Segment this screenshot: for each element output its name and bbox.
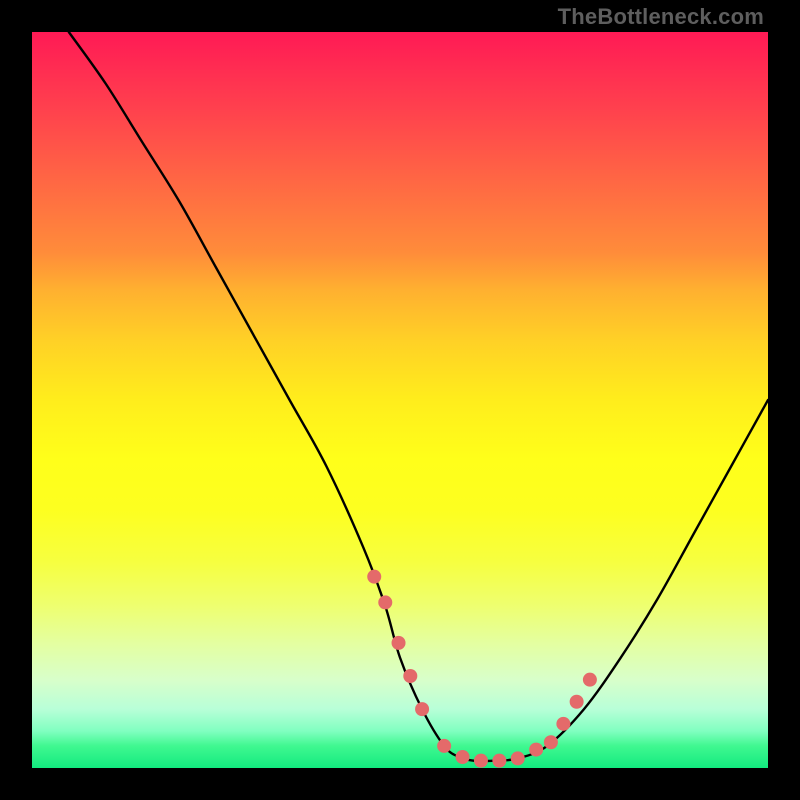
bottleneck-curve: [69, 32, 768, 761]
chart-svg: [32, 32, 768, 768]
highlight-dot: [556, 717, 570, 731]
highlight-dot: [367, 570, 381, 584]
highlight-dot: [456, 750, 470, 764]
highlight-dot: [511, 751, 525, 765]
highlight-dot: [437, 739, 451, 753]
highlight-dot: [583, 673, 597, 687]
highlight-dot: [474, 754, 488, 768]
highlight-dot: [544, 735, 558, 749]
highlight-dot: [529, 743, 543, 757]
highlight-dot: [392, 636, 406, 650]
highlight-dot: [492, 754, 506, 768]
highlight-dot: [403, 669, 417, 683]
watermark-text: TheBottleneck.com: [558, 4, 764, 30]
highlight-dot: [378, 595, 392, 609]
highlight-markers: [367, 570, 597, 768]
highlight-dot: [415, 702, 429, 716]
highlight-dot: [570, 695, 584, 709]
